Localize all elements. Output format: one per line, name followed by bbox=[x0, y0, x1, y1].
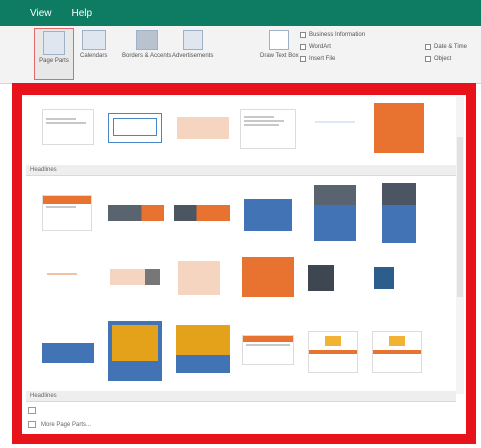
page-part-thumbnail[interactable] bbox=[308, 265, 360, 291]
borders-accents-button[interactable]: Borders & Accents bbox=[122, 30, 171, 59]
more-page-parts-link[interactable]: More Page Parts... bbox=[28, 421, 91, 428]
tab-view[interactable]: View bbox=[20, 8, 62, 19]
page-parts-button[interactable]: Page Parts bbox=[34, 28, 74, 80]
object-icon bbox=[425, 56, 431, 62]
borders-icon bbox=[135, 30, 158, 50]
thumb-band bbox=[43, 196, 91, 204]
thumb-photo bbox=[308, 265, 334, 291]
page-part-thumbnail[interactable] bbox=[308, 331, 358, 373]
page-part-thumbnail[interactable] bbox=[242, 335, 294, 365]
thumb-box bbox=[113, 118, 157, 136]
thumb-line bbox=[244, 120, 284, 122]
borders-accents-label: Borders & Accents bbox=[122, 53, 172, 59]
thumb-line bbox=[246, 344, 290, 346]
page-part-thumbnail[interactable] bbox=[42, 109, 94, 145]
page-part-thumbnail[interactable] bbox=[240, 109, 296, 149]
scrollbar-thumb[interactable] bbox=[457, 137, 463, 297]
advertisement-icon bbox=[182, 30, 203, 50]
page-part-thumbnail[interactable] bbox=[108, 113, 162, 143]
page-part-thumbnail[interactable] bbox=[108, 321, 162, 381]
page-parts-gallery-frame: Headlines Headlines More Page Parts... bbox=[12, 83, 476, 444]
text-box-icon bbox=[269, 30, 290, 50]
thumb-line bbox=[244, 116, 274, 118]
advertisements-button[interactable]: Advertisements bbox=[172, 30, 213, 59]
business-information-button[interactable]: Business Information bbox=[300, 32, 365, 38]
object-button[interactable]: Object bbox=[425, 56, 451, 62]
more-page-parts-label: More Page Parts... bbox=[41, 421, 92, 428]
thumb-line bbox=[46, 206, 76, 208]
page-part-thumbnail[interactable] bbox=[178, 261, 220, 295]
page-part-thumbnail[interactable] bbox=[242, 257, 294, 297]
object-label: Object bbox=[434, 56, 452, 62]
thumb-line bbox=[46, 122, 86, 124]
insert-file-icon bbox=[300, 56, 306, 62]
thumb-line bbox=[47, 273, 77, 275]
thumb-line bbox=[244, 124, 279, 126]
advertisements-label: Advertisements bbox=[172, 53, 214, 59]
page-part-thumbnail[interactable] bbox=[314, 185, 356, 241]
page-part-thumbnail[interactable] bbox=[244, 199, 292, 231]
page-part-thumbnail[interactable] bbox=[44, 271, 90, 285]
page-parts-gallery: Headlines Headlines More Page Parts... bbox=[22, 95, 466, 434]
thumb-photo bbox=[325, 336, 341, 346]
date-time-label: Date & Time bbox=[434, 44, 468, 50]
thumb-band bbox=[176, 355, 230, 373]
section-header: Headlines bbox=[26, 391, 456, 402]
page-part-thumbnail[interactable] bbox=[110, 269, 160, 285]
page-parts-icon bbox=[43, 31, 65, 55]
gallery-scrollbar[interactable] bbox=[456, 97, 464, 394]
save-selection-link[interactable] bbox=[28, 407, 36, 414]
date-time-button[interactable]: Date & Time bbox=[425, 44, 467, 50]
wordart-button[interactable]: WordArt bbox=[300, 44, 331, 50]
wordart-icon bbox=[300, 44, 306, 50]
page-part-thumbnail[interactable] bbox=[174, 205, 230, 221]
page-part-thumbnail[interactable] bbox=[374, 103, 424, 153]
thumb-photo bbox=[112, 325, 158, 361]
wordart-label: WordArt bbox=[309, 44, 331, 50]
page-parts-label: Page Parts bbox=[39, 58, 69, 64]
page-part-thumbnail[interactable] bbox=[177, 117, 229, 139]
thumb-band bbox=[243, 336, 293, 342]
thumb-photo bbox=[382, 183, 416, 205]
ribbon: Page Parts Calendars Borders & Accents A… bbox=[0, 26, 481, 84]
page-part-thumbnail[interactable] bbox=[372, 331, 422, 373]
draw-text-box-button[interactable]: Draw Text Box bbox=[260, 30, 299, 59]
tab-help[interactable]: Help bbox=[62, 8, 103, 19]
business-info-icon bbox=[300, 32, 306, 38]
draw-text-box-label: Draw Text Box bbox=[260, 53, 299, 59]
insert-file-button[interactable]: Insert File bbox=[300, 56, 335, 62]
thumb-band bbox=[309, 350, 357, 354]
thumb-line bbox=[315, 121, 355, 123]
page-part-thumbnail[interactable] bbox=[374, 267, 420, 289]
thumb-photo bbox=[176, 325, 230, 355]
page-part-thumbnail[interactable] bbox=[42, 195, 92, 231]
page-part-thumbnail[interactable] bbox=[176, 325, 230, 381]
thumb-band bbox=[373, 350, 421, 354]
insert-file-label: Insert File bbox=[309, 56, 336, 62]
thumb-photo bbox=[314, 185, 356, 205]
thumb-photo bbox=[389, 336, 405, 346]
page-part-thumbnail[interactable] bbox=[42, 343, 94, 363]
date-time-icon bbox=[425, 44, 431, 50]
more-parts-icon bbox=[28, 421, 36, 428]
thumb-line bbox=[46, 118, 76, 120]
save-icon bbox=[28, 407, 36, 414]
page-part-thumbnail[interactable] bbox=[108, 205, 164, 221]
page-part-thumbnail[interactable] bbox=[312, 119, 364, 139]
calendars-label: Calendars bbox=[80, 53, 108, 59]
thumb-photo bbox=[374, 267, 394, 289]
calendar-icon bbox=[81, 30, 106, 50]
business-info-label: Business Information bbox=[309, 32, 366, 38]
ribbon-tab-bar: View Help bbox=[0, 0, 481, 26]
calendars-button[interactable]: Calendars bbox=[80, 30, 107, 59]
section-header: Headlines bbox=[26, 165, 456, 176]
page-part-thumbnail[interactable] bbox=[382, 183, 416, 243]
